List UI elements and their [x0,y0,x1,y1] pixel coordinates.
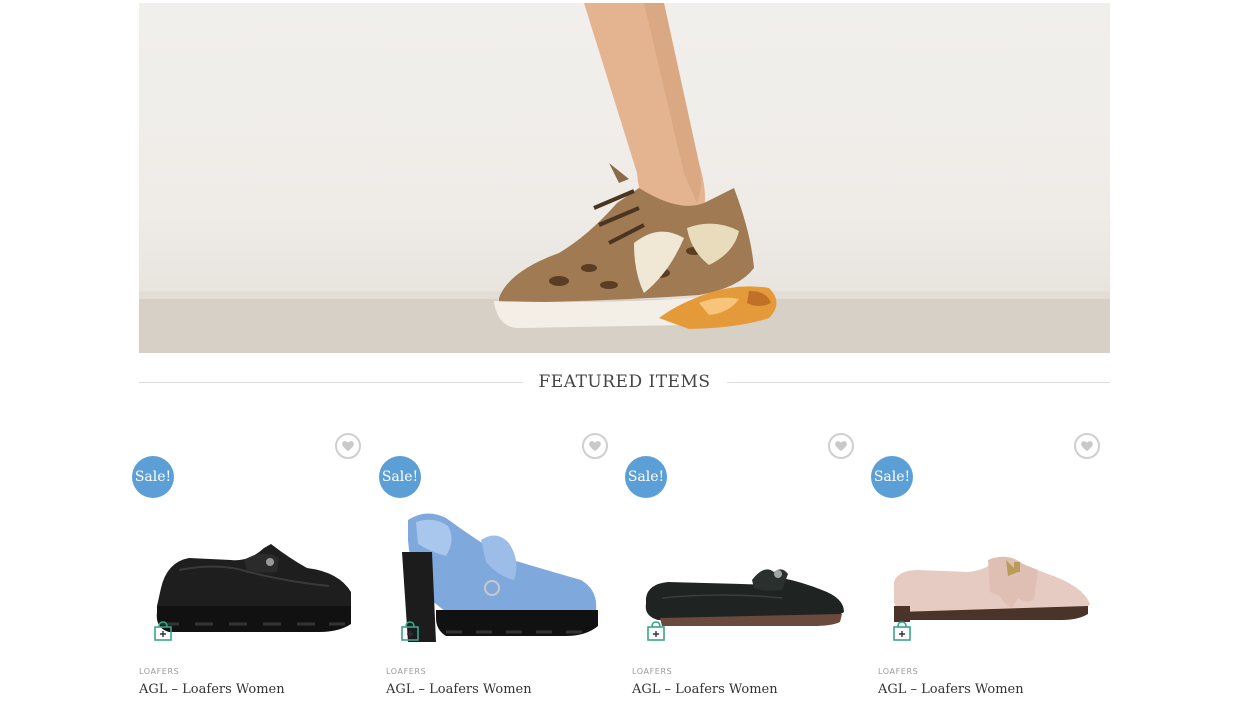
heart-icon [1081,441,1093,452]
wishlist-button[interactable] [335,433,361,459]
product-grid: Sale! LOAFERS AGL – Loafers Women Sale! … [131,430,1116,702]
product-category[interactable]: LOAFERS [632,667,672,676]
sale-badge: Sale! [871,456,913,498]
add-to-cart-icon[interactable] [399,620,421,642]
product-category[interactable]: LOAFERS [139,667,179,676]
sale-badge: Sale! [379,456,421,498]
heart-icon [342,441,354,452]
page: FEATURED ITEMS Sale! LOAFERS AGL – Loafe… [0,0,1248,702]
add-to-cart-icon[interactable] [152,620,174,642]
product-card[interactable]: Sale! LOAFERS AGL – Loafers Women [131,430,363,702]
wishlist-button[interactable] [1074,433,1100,459]
divider-right [726,381,1111,383]
product-card[interactable]: Sale! LOAFERS AGL – Loafers Women [624,430,856,702]
divider-left [139,381,523,383]
product-card[interactable]: Sale! LOAFERS AGL – Loafers Women [378,430,610,702]
product-title[interactable]: AGL – Loafers Women [632,682,778,697]
product-card[interactable]: Sale! LOAFERS AGL – Loafers Women [870,430,1102,702]
product-category[interactable]: LOAFERS [386,667,426,676]
wishlist-button[interactable] [582,433,608,459]
hero-image [139,3,1110,353]
heart-icon [835,441,847,452]
add-to-cart-icon[interactable] [645,620,667,642]
hero-banner[interactable] [139,3,1110,353]
sale-badge: Sale! [132,456,174,498]
wishlist-button[interactable] [828,433,854,459]
heart-icon [589,441,601,452]
product-title[interactable]: AGL – Loafers Women [139,682,285,697]
product-title[interactable]: AGL – Loafers Women [878,682,1024,697]
add-to-cart-icon[interactable] [891,620,913,642]
sale-badge: Sale! [625,456,667,498]
featured-section-header: FEATURED ITEMS [139,368,1111,396]
product-title[interactable]: AGL – Loafers Women [386,682,532,697]
product-category[interactable]: LOAFERS [878,667,918,676]
section-title: FEATURED ITEMS [538,372,711,392]
